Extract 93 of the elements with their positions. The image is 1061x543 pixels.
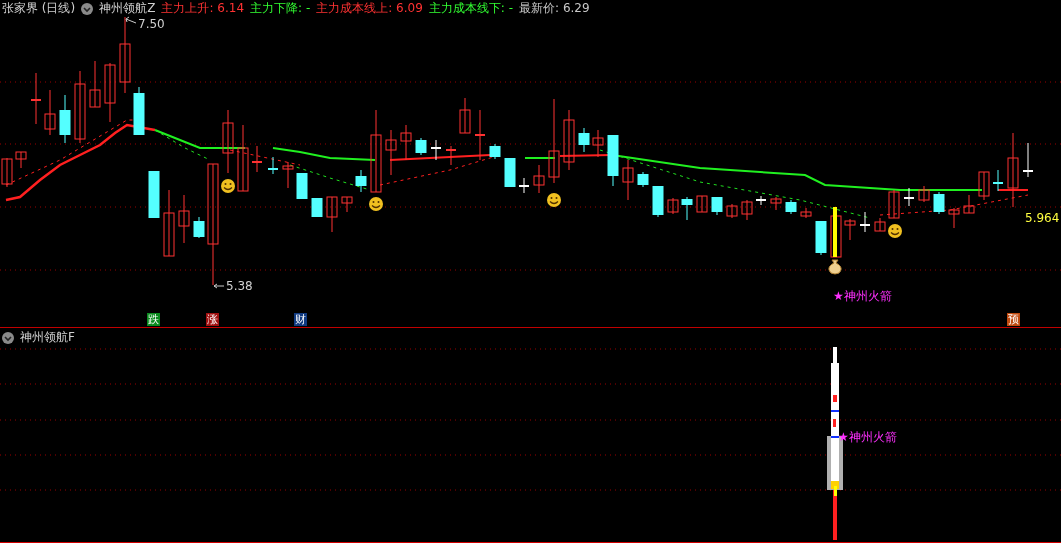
indicator-readout: 最新价: 6.29 (519, 0, 590, 17)
candlestick (311, 197, 323, 218)
candlestick (59, 94, 71, 144)
candlestick (237, 124, 249, 192)
candlestick (89, 60, 101, 108)
candlestick (844, 218, 856, 241)
candlestick (178, 194, 190, 244)
dropdown-icon[interactable] (81, 2, 94, 15)
pointer-arrow-icon (125, 16, 137, 24)
candlestick (385, 129, 397, 176)
indicator-name: 神州领航F (20, 329, 75, 346)
smiley-icon (369, 197, 383, 211)
smiley-icon (888, 224, 902, 238)
candlestick (563, 109, 575, 171)
candlestick (948, 207, 960, 229)
candlestick (696, 195, 708, 213)
candlestick (933, 191, 945, 215)
candlestick (445, 145, 457, 166)
candlestick (30, 72, 42, 125)
candlestick (133, 86, 145, 136)
candlestick (888, 189, 900, 219)
signal-label: ★神州火箭 (838, 430, 897, 444)
candlestick (251, 145, 263, 173)
candlestick (222, 109, 234, 174)
candlestick (459, 97, 471, 134)
candlestick (770, 196, 782, 211)
candlestick (978, 171, 990, 201)
candlestick (104, 62, 116, 123)
candlestick (415, 137, 427, 156)
signal-bar (833, 207, 837, 257)
candlestick (637, 171, 649, 188)
candlestick (282, 161, 294, 189)
dropdown-icon[interactable] (2, 331, 14, 344)
indicator-readout: 主力上升: 6.14 (161, 0, 244, 17)
signal-marker: 财 (294, 313, 307, 326)
candlestick (652, 185, 664, 218)
candlestick (667, 197, 679, 215)
candlestick (622, 159, 634, 201)
money-bag-icon (828, 259, 842, 275)
pointer-arrow-icon (213, 283, 225, 289)
candlestick (726, 203, 738, 219)
signal-marker: 跌 (147, 313, 160, 326)
candlestick (518, 177, 530, 194)
candlestick (163, 189, 175, 257)
moving-average-line (524, 157, 556, 159)
candlestick (800, 207, 812, 219)
candlestick (1, 157, 13, 188)
signal-marker: 预 (1007, 313, 1020, 326)
candlestick (681, 196, 693, 221)
candlestick (267, 156, 279, 175)
candlestick (341, 196, 353, 213)
candlestick (815, 220, 827, 256)
candlestick (355, 169, 367, 193)
indicator-readout: 主力成本线下: - (428, 0, 514, 17)
high-price-label: 7.50 (138, 17, 165, 31)
candlestick (148, 170, 160, 219)
candlestick (504, 157, 516, 188)
candlestick (15, 151, 27, 169)
candlestick (830, 215, 842, 258)
candlestick (607, 134, 619, 187)
indicator-readout: 主力下降: - (250, 0, 311, 17)
signal-marker: 涨 (206, 313, 219, 326)
candlestick (400, 124, 412, 161)
candlestick (533, 164, 545, 194)
candlestick (44, 89, 56, 136)
smiley-icon (221, 179, 235, 193)
candlestick (430, 139, 442, 161)
moving-average-line (997, 189, 1029, 191)
smiley-icon (547, 193, 561, 207)
chart-title: 张家界 (日线) (2, 0, 76, 17)
indicator-readout: 主力成本线上: 6.09 (316, 0, 423, 17)
candlestick (578, 127, 590, 153)
candlestick (903, 187, 915, 207)
candlestick (489, 143, 501, 160)
candlestick (741, 199, 753, 221)
candlestick (296, 172, 308, 200)
candlestick (193, 216, 205, 239)
candlestick (992, 169, 1004, 192)
candlestick (785, 199, 797, 215)
candlestick (918, 185, 930, 203)
price-label: 5.964 (1025, 211, 1060, 225)
indicator-name: 神州领航Z (99, 0, 156, 17)
candlestick (711, 196, 723, 216)
candlestick (474, 109, 486, 161)
candlestick (963, 194, 975, 214)
candlestick (1022, 142, 1034, 178)
low-price-label: 5.38 (226, 279, 253, 293)
candlestick (326, 196, 338, 233)
candlestick (874, 217, 886, 232)
candlestick (592, 129, 604, 158)
candlestick (859, 211, 871, 233)
signal-label: ★神州火箭 (833, 289, 892, 303)
candlestick (755, 195, 767, 206)
